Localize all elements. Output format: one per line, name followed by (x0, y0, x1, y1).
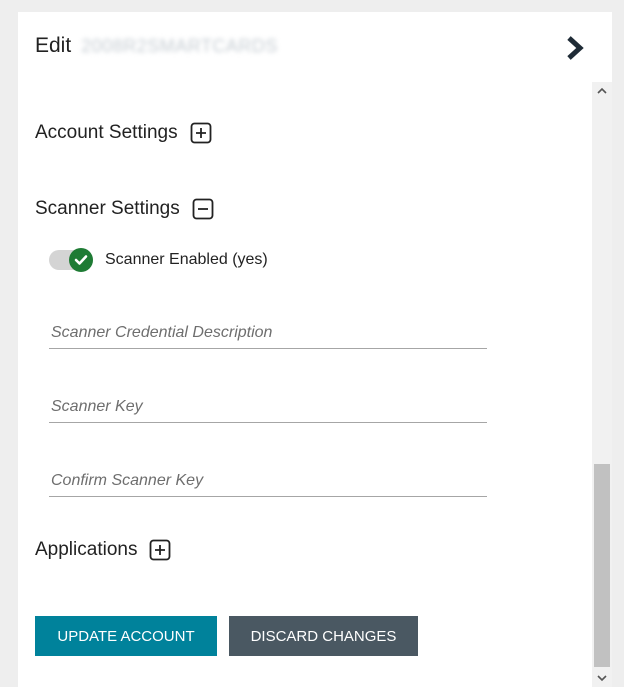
scanner-key-field (49, 388, 487, 423)
panel-title: Edit 2008R2SMARTCARDS (35, 34, 278, 58)
update-account-button[interactable]: UPDATE ACCOUNT (35, 616, 217, 656)
collapse-minus-icon[interactable] (192, 198, 214, 220)
chevron-right-icon[interactable] (564, 35, 586, 61)
scroll-up-arrow-icon[interactable] (592, 82, 612, 100)
edit-panel: Edit 2008R2SMARTCARDS Account Settings S… (18, 12, 612, 687)
section-applications[interactable]: Applications (35, 539, 171, 561)
scanner-settings-label: Scanner Settings (35, 198, 180, 219)
expand-plus-icon[interactable] (149, 539, 171, 561)
scrollbar-thumb[interactable] (594, 464, 610, 667)
section-scanner-settings[interactable]: Scanner Settings (35, 198, 214, 220)
applications-label: Applications (35, 539, 138, 560)
panel-header: Edit 2008R2SMARTCARDS (18, 12, 612, 82)
scanner-key-input[interactable] (51, 398, 481, 416)
discard-changes-button[interactable]: DISCARD CHANGES (229, 616, 418, 656)
scanner-enabled-toggle[interactable] (49, 248, 97, 272)
scroll-down-arrow-icon[interactable] (592, 669, 612, 687)
scanner-credential-description-input[interactable] (51, 324, 481, 342)
account-name: 2008R2SMARTCARDS (81, 35, 278, 56)
vertical-scrollbar[interactable] (592, 82, 612, 687)
confirm-scanner-key-input[interactable] (51, 472, 481, 490)
edit-label: Edit (35, 34, 72, 57)
confirm-scanner-key-field (49, 462, 487, 497)
scanner-enabled-label: Scanner Enabled (yes) (105, 251, 268, 268)
expand-plus-icon[interactable] (190, 122, 212, 144)
checkmark-icon (74, 255, 88, 265)
scanner-credential-description-field (49, 314, 487, 349)
account-settings-label: Account Settings (35, 122, 178, 143)
scanner-enabled-row: Scanner Enabled (yes) (49, 248, 268, 272)
toggle-knob (69, 248, 93, 272)
section-account-settings[interactable]: Account Settings (35, 122, 212, 144)
